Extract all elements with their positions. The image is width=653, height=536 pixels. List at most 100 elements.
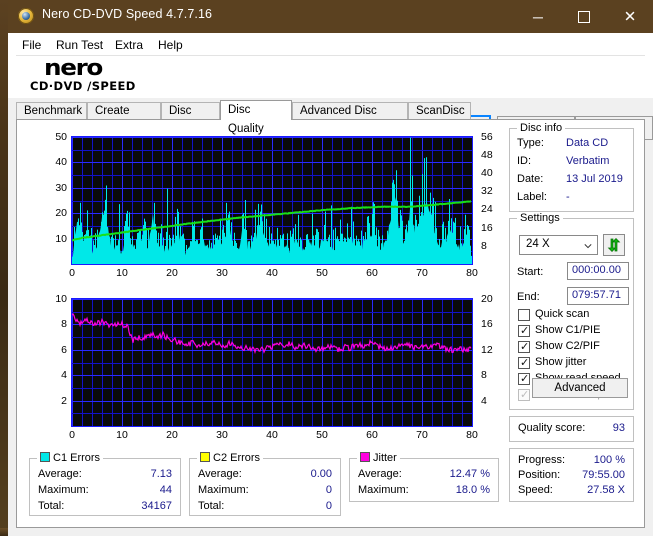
c1-total-value: 34167 bbox=[141, 500, 172, 512]
c2-errors-caption-label: C2 Errors bbox=[213, 452, 261, 464]
progress-value: 100 % bbox=[593, 454, 625, 466]
speed-select-value: 24 X bbox=[526, 238, 550, 250]
menu-item-extra[interactable]: Extra bbox=[111, 37, 147, 53]
progress-box: Progress: 100 % Position: 79:55.00 Speed… bbox=[509, 448, 634, 502]
checkbox-box: ✓ bbox=[518, 373, 530, 385]
disc-id-value: Verbatim bbox=[566, 155, 610, 167]
c2-average-label: Average: bbox=[198, 468, 242, 480]
jitter-chart-y-axis-right: 20 16 12 8 4 bbox=[481, 293, 493, 407]
disc-info-box: Disc info Type: Data CD ID: Verbatim Dat… bbox=[509, 122, 634, 212]
nero-logo-wordmark: nero bbox=[44, 56, 103, 81]
c1-errors-chart: 50 40 30 20 10 56 48 40 32 24 16 8 0 10 … bbox=[29, 128, 499, 288]
jitter-chart-plot-area bbox=[71, 298, 473, 427]
settings-box: Settings 24 X Start: 000:00.00 End: 079:… bbox=[509, 212, 634, 410]
chart-series-layer bbox=[72, 313, 472, 355]
menu-bar: File Run Test Extra Help bbox=[8, 33, 653, 56]
maximize-icon bbox=[578, 10, 590, 23]
disc-type-label: Type: bbox=[517, 137, 544, 149]
c1-chart-x-axis: 0 10 20 30 40 50 60 70 80 bbox=[69, 267, 478, 279]
menu-item-help[interactable]: Help bbox=[154, 37, 187, 53]
chevron-down-icon bbox=[584, 244, 592, 249]
disc-date-value: 13 Jul 2019 bbox=[566, 173, 623, 185]
jitter-average-label: Average: bbox=[358, 468, 402, 480]
c2-maximum-value: 0 bbox=[325, 484, 332, 496]
menu-item-run-test[interactable]: Run Test bbox=[52, 37, 107, 53]
disc-label-value: - bbox=[566, 191, 570, 203]
desktop-background bbox=[0, 0, 8, 536]
c1-color-swatch bbox=[40, 452, 50, 462]
check-icon: ✓ bbox=[520, 373, 530, 385]
c1-chart-y-axis-right: 56 48 40 32 24 16 8 bbox=[481, 131, 493, 252]
quality-score-label: Quality score: bbox=[518, 422, 586, 434]
nero-logo-subtitle: CD·DVD ∕SPEED bbox=[30, 79, 136, 93]
end-label: End: bbox=[517, 291, 540, 303]
checkbox-box: ✓ bbox=[518, 389, 530, 401]
c1-maximum-label: Maximum: bbox=[38, 484, 89, 496]
position-value: 79:55.00 bbox=[582, 469, 625, 481]
window-title: Nero CD-DVD Speed 4.7.7.16 bbox=[42, 7, 213, 21]
checkbox-label: Show C2/PIF bbox=[535, 340, 600, 352]
nero-cd-dvd-speed-window: Nero CD-DVD Speed 4.7.7.16 ─ ✕ File Run … bbox=[8, 0, 653, 536]
chart-series-layer bbox=[72, 137, 472, 264]
minimize-icon: ─ bbox=[533, 8, 543, 25]
minimize-button[interactable]: ─ bbox=[515, 0, 561, 33]
progress-label: Progress: bbox=[518, 454, 566, 466]
disc-info-caption: Disc info bbox=[517, 122, 566, 134]
settings-caption: Settings bbox=[517, 212, 563, 224]
checkbox-label: Show jitter bbox=[535, 356, 587, 368]
end-input-value: 079:57.71 bbox=[572, 289, 621, 301]
c1-chart-plot-area bbox=[71, 136, 473, 265]
chart-gridline-vertical bbox=[472, 299, 473, 426]
quality-score-box: Quality score: 93 bbox=[509, 416, 634, 442]
tab-create-disc[interactable]: Create Disc bbox=[87, 102, 161, 134]
start-input-value: 000:00.00 bbox=[572, 264, 621, 276]
close-button[interactable]: ✕ bbox=[607, 0, 653, 33]
c2-maximum-label: Maximum: bbox=[198, 484, 249, 496]
start-input[interactable]: 000:00.00 bbox=[567, 262, 629, 280]
tab-scandisc[interactable]: ScanDisc bbox=[408, 102, 471, 120]
c2-total-value: 0 bbox=[325, 500, 332, 512]
c1-errors-legend-box: C1 Errors Average: 7.13 Maximum: 44 Tota… bbox=[29, 452, 181, 516]
c1-total-label: Total: bbox=[38, 500, 65, 512]
jitter-maximum-label: Maximum: bbox=[358, 484, 409, 496]
nero-logo: nero CD·DVD ∕SPEED bbox=[30, 56, 160, 98]
checkbox-label: Quick scan bbox=[535, 308, 590, 320]
speed-select[interactable]: 24 X bbox=[519, 235, 598, 255]
c2-errors-caption: C2 Errors bbox=[197, 452, 264, 464]
c1-average-label: Average: bbox=[38, 468, 82, 480]
check-icon: ✓ bbox=[520, 357, 530, 369]
tab-disc-quality[interactable]: Disc Quality bbox=[220, 100, 292, 135]
position-label: Position: bbox=[518, 469, 561, 481]
close-icon: ✕ bbox=[623, 8, 637, 25]
end-input[interactable]: 079:57.71 bbox=[567, 287, 629, 305]
tab-disc-info[interactable]: Disc Info bbox=[161, 102, 220, 134]
c1-errors-caption-label: C1 Errors bbox=[53, 452, 101, 464]
jitter-caption: Jitter bbox=[357, 452, 400, 464]
tab-strip: Benchmark Create Disc Disc Info Disc Qua… bbox=[16, 100, 645, 135]
refresh-button[interactable] bbox=[603, 234, 625, 256]
jitter-legend-box: Jitter Average: 12.47 % Maximum: 18.0 % bbox=[349, 452, 499, 502]
menu-item-file[interactable]: File bbox=[18, 37, 45, 53]
checkbox-box bbox=[518, 309, 530, 321]
tab-advanced-disc-quality[interactable]: Advanced Disc Quality bbox=[292, 102, 408, 134]
c2-color-swatch bbox=[200, 452, 210, 462]
jitter-chart: 10 8 6 4 2 20 16 12 8 4 0 10 20 30 40 50 bbox=[29, 290, 499, 450]
checkbox-box: ✓ bbox=[518, 341, 530, 353]
jitter-maximum-value: 18.0 % bbox=[455, 484, 490, 496]
nero-app-icon bbox=[18, 8, 34, 24]
quality-score-value: 93 bbox=[612, 422, 625, 434]
advanced-button[interactable]: Advanced bbox=[532, 378, 628, 398]
refresh-arrows-icon bbox=[607, 238, 621, 252]
tab-benchmark[interactable]: Benchmark bbox=[16, 102, 87, 120]
disc-type-value: Data CD bbox=[566, 137, 609, 149]
maximize-button[interactable] bbox=[561, 0, 607, 33]
c2-average-value: 0.00 bbox=[310, 468, 332, 480]
check-icon: ✓ bbox=[520, 341, 530, 353]
c1-maximum-value: 44 bbox=[159, 484, 172, 496]
c1-errors-caption: C1 Errors bbox=[37, 452, 104, 464]
checkbox-box: ✓ bbox=[518, 325, 530, 337]
disc-date-label: Date: bbox=[517, 173, 544, 185]
jitter-chart-y-axis-left: 10 8 6 4 2 bbox=[55, 293, 67, 407]
jitter-caption-label: Jitter bbox=[373, 452, 397, 464]
speed-value: 27.58 X bbox=[587, 484, 625, 496]
